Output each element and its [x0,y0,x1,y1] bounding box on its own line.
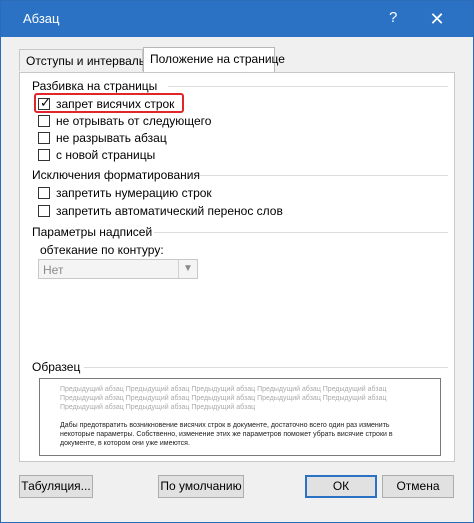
dialog-title: Абзац [23,11,60,26]
keep-lines-together-checkbox[interactable] [38,132,50,144]
keep-lines-together-label[interactable]: не разрывать абзац [56,131,167,145]
preview-heading: Образец [32,360,81,374]
chevron-down-icon[interactable]: ▼ [178,260,197,278]
checkmark-icon: ✓ [40,95,51,110]
page-break-before-checkbox[interactable] [38,149,50,161]
formatting-heading: Исключения форматирования [32,168,201,182]
divider [168,86,448,87]
textbox-heading: Параметры надписей [32,225,153,239]
tab-panel: Разбивка на страницы ✓ запрет висячих ст… [19,72,455,462]
no-hyphenation-checkbox[interactable] [38,205,50,217]
paragraph-dialog: Абзац ? ✕ Отступы и интервалы Положение … [0,0,474,523]
close-button[interactable]: ✕ [417,7,457,31]
ok-button[interactable]: ОК [305,475,377,498]
wrap-dropdown[interactable]: Нет ▼ [38,259,198,279]
preview-box: Предыдущий абзац Предыдущий абзац Предыд… [39,378,441,456]
suppress-line-numbers-checkbox[interactable] [38,187,50,199]
set-default-button[interactable]: По умолчанию [158,475,244,498]
tabs-button[interactable]: Табуляция... [19,475,93,498]
divider [200,175,448,176]
widow-control-label[interactable]: запрет висячих строк [56,97,174,111]
preview-previous-paragraph: Предыдущий абзац Предыдущий абзац Предыд… [60,386,387,411]
preview-sample-paragraph: Дабы предотвратить возникновение висячих… [60,422,393,447]
wrap-dropdown-value: Нет [43,263,64,277]
keep-with-next-checkbox[interactable] [38,115,50,127]
tab-indents-spacing[interactable]: Отступы и интервалы [19,49,147,71]
divider [154,232,448,233]
wrap-label: обтекание по контуру: [40,243,164,257]
suppress-line-numbers-label[interactable]: запретить нумерацию строк [56,186,212,200]
title-bar: Абзац ? ✕ [1,1,473,37]
widow-control-checkbox[interactable]: ✓ [38,95,51,110]
no-hyphenation-label[interactable]: запретить автоматический перенос слов [56,204,283,218]
keep-with-next-label[interactable]: не отрывать от следующего [56,114,211,128]
tab-line-page-breaks[interactable]: Положение на странице [143,47,285,72]
cancel-button[interactable]: Отмена [382,475,454,498]
divider [84,367,448,368]
page-break-before-label[interactable]: с новой страницы [56,148,155,162]
pagination-heading: Разбивка на страницы [32,79,158,93]
help-button[interactable]: ? [389,9,397,26]
